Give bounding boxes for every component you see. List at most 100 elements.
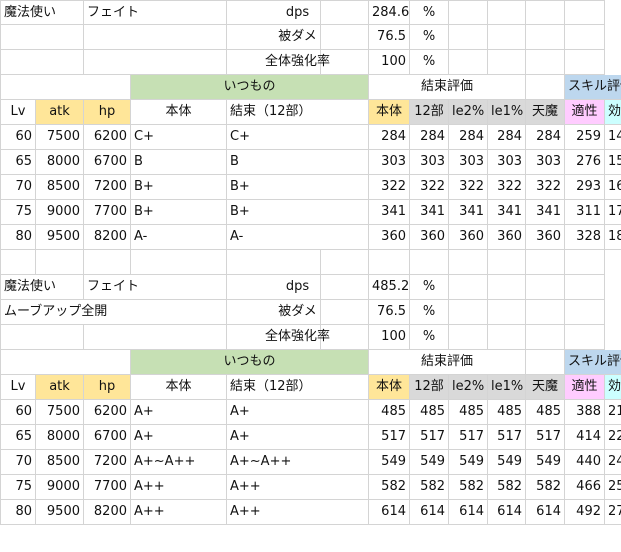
data-cell[interactable]: 360 [488, 225, 526, 250]
data-cell[interactable]: 284 [488, 125, 526, 150]
data-cell[interactable]: A++ [131, 475, 227, 500]
data-cell[interactable]: 7200 [84, 450, 131, 475]
data-cell[interactable]: 2704 [605, 500, 621, 525]
data-cell[interactable]: 582 [449, 475, 488, 500]
data-cell[interactable]: 60 [0, 400, 36, 425]
data-cell[interactable]: A+~A++ [227, 450, 369, 475]
data-cell[interactable]: 1613 [605, 175, 621, 200]
data-cell[interactable]: 614 [526, 500, 565, 525]
data-cell[interactable]: 341 [526, 200, 565, 225]
data-cell[interactable]: 322 [449, 175, 488, 200]
param-label-cell[interactable]: 被ダメ [227, 300, 369, 325]
empty-cell[interactable] [321, 250, 369, 275]
data-cell[interactable]: B [227, 150, 369, 175]
data-cell[interactable]: 517 [449, 425, 488, 450]
empty-cell[interactable] [449, 50, 488, 75]
data-cell[interactable]: 7700 [84, 475, 131, 500]
data-cell[interactable]: 517 [526, 425, 565, 450]
data-cell[interactable]: 70 [0, 450, 36, 475]
data-cell[interactable]: 303 [410, 150, 449, 175]
data-cell[interactable]: 549 [410, 450, 449, 475]
empty-cell[interactable] [410, 250, 449, 275]
empty-cell[interactable] [449, 25, 488, 50]
data-cell[interactable]: 7200 [84, 175, 131, 200]
column-header-cell[interactable]: le1% [488, 100, 526, 125]
column-header-cell[interactable]: 12部 [410, 100, 449, 125]
data-cell[interactable]: 341 [369, 200, 410, 225]
empty-cell[interactable] [565, 0, 605, 25]
data-cell[interactable]: A- [227, 225, 369, 250]
empty-cell[interactable] [526, 25, 565, 50]
data-cell[interactable]: 6700 [84, 150, 131, 175]
column-header-cell[interactable]: 本体 [131, 375, 227, 400]
data-cell[interactable]: 2135 [605, 400, 621, 425]
empty-cell[interactable] [526, 0, 565, 25]
column-header-cell[interactable]: 天魔 [526, 375, 565, 400]
data-cell[interactable]: 485 [369, 400, 410, 425]
data-cell[interactable]: 259 [565, 125, 605, 150]
empty-cell[interactable] [36, 250, 84, 275]
param-value-cell[interactable]: 284.6 [369, 0, 410, 25]
empty-cell[interactable] [0, 75, 131, 100]
data-cell[interactable]: 1423 [605, 125, 621, 150]
data-cell[interactable]: 9000 [36, 475, 84, 500]
data-cell[interactable]: 7700 [84, 200, 131, 225]
data-cell[interactable]: 276 [565, 150, 605, 175]
data-cell[interactable]: 341 [410, 200, 449, 225]
data-cell[interactable]: A++ [227, 475, 369, 500]
data-cell[interactable]: 549 [488, 450, 526, 475]
data-cell[interactable]: 303 [449, 150, 488, 175]
data-cell[interactable]: 303 [526, 150, 565, 175]
data-cell[interactable]: 582 [369, 475, 410, 500]
data-cell[interactable]: 7500 [36, 400, 84, 425]
data-cell[interactable]: 6200 [84, 125, 131, 150]
group-header-itsumono[interactable]: いつもの [131, 75, 369, 100]
param-value-cell[interactable]: 485.2 [369, 275, 410, 300]
param-unit-cell[interactable]: % [410, 275, 449, 300]
data-cell[interactable]: 303 [369, 150, 410, 175]
group-header-skill[interactable]: スキル評価 [565, 75, 621, 100]
data-cell[interactable]: 2562 [605, 475, 621, 500]
empty-cell[interactable] [526, 50, 565, 75]
data-cell[interactable]: 9000 [36, 200, 84, 225]
column-header-cell[interactable]: 適性 [565, 375, 605, 400]
data-cell[interactable]: 2419 [605, 450, 621, 475]
column-header-cell[interactable]: 本体 [369, 375, 410, 400]
empty-cell[interactable] [84, 250, 131, 275]
empty-cell[interactable] [84, 325, 227, 350]
data-cell[interactable]: 517 [410, 425, 449, 450]
param-label-cell[interactable]: dps [227, 0, 369, 25]
empty-cell[interactable] [488, 250, 526, 275]
empty-cell[interactable] [488, 325, 526, 350]
empty-cell[interactable] [488, 25, 526, 50]
empty-cell[interactable] [84, 50, 227, 75]
column-header-cell[interactable]: 適性 [565, 100, 605, 125]
data-cell[interactable]: 614 [449, 500, 488, 525]
param-unit-cell[interactable]: % [410, 300, 449, 325]
data-cell[interactable]: 75 [0, 475, 36, 500]
data-cell[interactable]: B+ [131, 200, 227, 225]
character-sub-cell[interactable]: フェイト [84, 275, 227, 300]
data-cell[interactable]: 9500 [36, 225, 84, 250]
column-header-cell[interactable]: le2% [449, 375, 488, 400]
data-cell[interactable]: 8000 [36, 150, 84, 175]
data-cell[interactable]: 582 [488, 475, 526, 500]
data-cell[interactable]: A+ [227, 400, 369, 425]
empty-cell[interactable] [565, 275, 605, 300]
data-cell[interactable]: 8500 [36, 175, 84, 200]
data-cell[interactable]: 360 [449, 225, 488, 250]
data-cell[interactable]: A+ [227, 425, 369, 450]
data-cell[interactable]: 293 [565, 175, 605, 200]
data-cell[interactable]: C+ [131, 125, 227, 150]
param-unit-cell[interactable]: % [410, 325, 449, 350]
empty-cell[interactable] [526, 250, 565, 275]
column-header-cell[interactable]: 本体 [131, 100, 227, 125]
param-unit-cell[interactable]: % [410, 50, 449, 75]
group-header-itsumono[interactable]: いつもの [131, 350, 369, 375]
empty-cell[interactable] [0, 350, 131, 375]
empty-cell[interactable] [526, 350, 565, 375]
data-cell[interactable]: 388 [565, 400, 605, 425]
group-header-kessoku[interactable]: 結束評価 [369, 350, 526, 375]
data-cell[interactable]: 284 [369, 125, 410, 150]
data-cell[interactable]: 485 [526, 400, 565, 425]
